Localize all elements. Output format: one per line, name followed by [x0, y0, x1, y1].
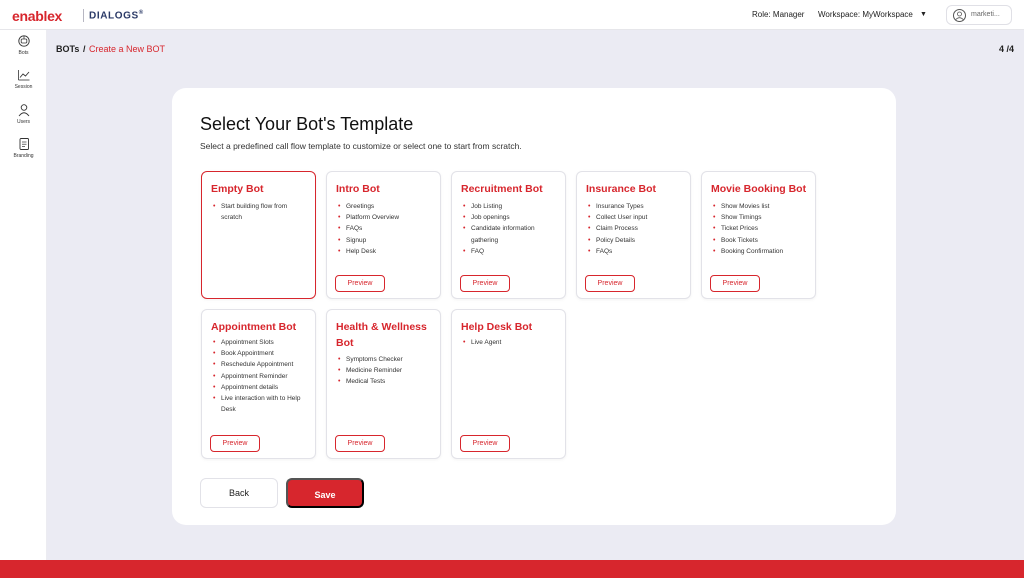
brand-product-text: DIALOGS: [89, 10, 139, 22]
list-item: Symptoms Checker: [338, 354, 433, 365]
page-title: Select Your Bot's Template: [200, 114, 414, 134]
list-item: Job Listing: [463, 201, 558, 212]
template-feature-list: Show Movies list Show Timings Ticket Pri…: [713, 201, 808, 257]
template-feature-list: Live Agent: [463, 337, 558, 348]
preview-button[interactable]: Preview: [585, 275, 635, 292]
template-card-empty-bot[interactable]: Empty Bot Start building flow from scrat…: [201, 171, 316, 299]
list-item: Live interaction with to Help Desk: [213, 393, 308, 415]
preview-button[interactable]: Preview: [335, 435, 385, 452]
workspace-selector[interactable]: Workspace: MyWorkspace: [818, 10, 913, 19]
list-item: Greetings: [338, 201, 433, 212]
template-feature-list: Greetings Platform Overview FAQs Signup …: [338, 201, 433, 257]
template-card-title: Empty Bot: [211, 183, 264, 195]
breadcrumb: BOTs / Create a New BOT 4 /4: [47, 30, 1024, 70]
template-feature-list: Symptoms Checker Medicine Reminder Medic…: [338, 354, 433, 388]
preview-button[interactable]: Preview: [710, 275, 760, 292]
list-item: Appointment Slots: [213, 337, 308, 348]
user-name: marketi...: [971, 11, 1000, 18]
list-item: Help Desk: [338, 246, 433, 257]
list-item: Candidate information gathering: [463, 223, 558, 245]
list-item: Appointment Reminder: [213, 371, 308, 382]
sidebar-item-label: Branding: [13, 153, 34, 159]
list-item: Policy Details: [588, 235, 683, 246]
role-label: Role: Manager: [752, 10, 805, 19]
sidebar-item-users[interactable]: Users: [0, 103, 47, 133]
list-item: Start building flow from scratch: [213, 201, 308, 223]
list-item: Insurance Types: [588, 201, 683, 212]
list-item: Signup: [338, 235, 433, 246]
footer-bar: [0, 560, 1024, 578]
step-indicator: 4 /4: [998, 44, 1014, 54]
list-item: Reschedule Appointment: [213, 359, 308, 370]
preview-button[interactable]: Preview: [460, 435, 510, 452]
list-item: Show Timings: [713, 212, 808, 223]
template-feature-list: Start building flow from scratch: [213, 201, 308, 223]
template-panel: [172, 88, 896, 525]
template-card-movie-booking-bot[interactable]: Movie Booking Bot Show Movies list Show …: [701, 171, 816, 299]
template-card-health-wellness-bot[interactable]: Health & Wellness Bot Symptoms Checker M…: [326, 309, 441, 459]
list-item: Booking Confirmation: [713, 246, 808, 257]
preview-button[interactable]: Preview: [210, 435, 260, 452]
list-item: FAQs: [338, 223, 433, 234]
template-feature-list: Job Listing Job openings Candidate infor…: [463, 201, 558, 257]
template-card-insurance-bot[interactable]: Insurance Bot Insurance Types Collect Us…: [576, 171, 691, 299]
sidebar: Bots Session Users Branding: [0, 30, 47, 560]
template-feature-list: Insurance Types Collect User input Claim…: [588, 201, 683, 257]
breadcrumb-separator: /: [83, 44, 86, 54]
sidebar-item-session[interactable]: Session: [0, 68, 47, 98]
template-card-title: Help Desk Bot: [461, 321, 533, 333]
brand-product-name: DIALOGS®: [89, 10, 144, 21]
chart-line-icon: [17, 70, 29, 81]
preview-button[interactable]: Preview: [460, 275, 510, 292]
user-avatar-icon: [953, 9, 966, 22]
template-card-intro-bot[interactable]: Intro Bot Greetings Platform Overview FA…: [326, 171, 441, 299]
template-card-title: Intro Bot: [336, 183, 380, 195]
template-card-title: Health & Wellness Bot: [336, 321, 427, 349]
preview-button[interactable]: Preview: [335, 275, 385, 292]
list-item: Show Movies list: [713, 201, 808, 212]
list-item: Medical Tests: [338, 376, 433, 387]
list-item: FAQ: [463, 246, 558, 257]
list-item: Book Tickets: [713, 235, 808, 246]
list-item: Collect User input: [588, 212, 683, 223]
brand-logo[interactable]: enablex: [12, 8, 62, 24]
template-card-title: Movie Booking Bot: [711, 183, 807, 195]
template-card-title: Recruitment Bot: [461, 183, 543, 195]
list-item: Live Agent: [463, 337, 558, 348]
template-card-title: Appointment Bot: [211, 321, 297, 333]
brand-divider: [83, 9, 84, 22]
list-item: Medicine Reminder: [338, 365, 433, 376]
back-button[interactable]: Back: [200, 478, 278, 508]
breadcrumb-current: Create a New BOT: [89, 44, 166, 54]
list-item: Ticket Prices: [713, 223, 808, 234]
chevron-down-icon[interactable]: ▼: [920, 11, 927, 18]
registered-mark: ®: [138, 10, 144, 16]
document-icon: [19, 138, 29, 150]
sidebar-item-label: Session: [14, 84, 33, 90]
breadcrumb-root-link[interactable]: BOTs: [56, 44, 79, 54]
template-card-appointment-bot[interactable]: Appointment Bot Appointment Slots Book A…: [201, 309, 316, 459]
sidebar-item-bots[interactable]: Bots: [0, 34, 47, 64]
save-button[interactable]: Save: [286, 478, 364, 508]
top-bar: enablex DIALOGS® Role: Manager Workspace…: [0, 0, 1024, 30]
list-item: Platform Overview: [338, 212, 433, 223]
template-card-help-desk-bot[interactable]: Help Desk Bot Live Agent Preview: [451, 309, 566, 459]
list-item: Book Appointment: [213, 348, 308, 359]
sidebar-item-label: Users: [16, 119, 31, 125]
list-item: Appointment details: [213, 382, 308, 393]
bot-icon: [17, 35, 30, 47]
list-item: FAQs: [588, 246, 683, 257]
sidebar-item-label: Bots: [18, 50, 29, 56]
page-subtitle: Select a predefined call flow template t…: [200, 141, 522, 151]
template-card-title: Insurance Bot: [586, 183, 657, 195]
sidebar-item-branding[interactable]: Branding: [0, 137, 47, 167]
user-menu[interactable]: marketi...: [946, 5, 1012, 25]
user-icon: [18, 104, 29, 117]
template-feature-list: Appointment Slots Book Appointment Resch…: [213, 337, 308, 415]
list-item: Claim Process: [588, 223, 683, 234]
list-item: Job openings: [463, 212, 558, 223]
template-card-recruitment-bot[interactable]: Recruitment Bot Job Listing Job openings…: [451, 171, 566, 299]
